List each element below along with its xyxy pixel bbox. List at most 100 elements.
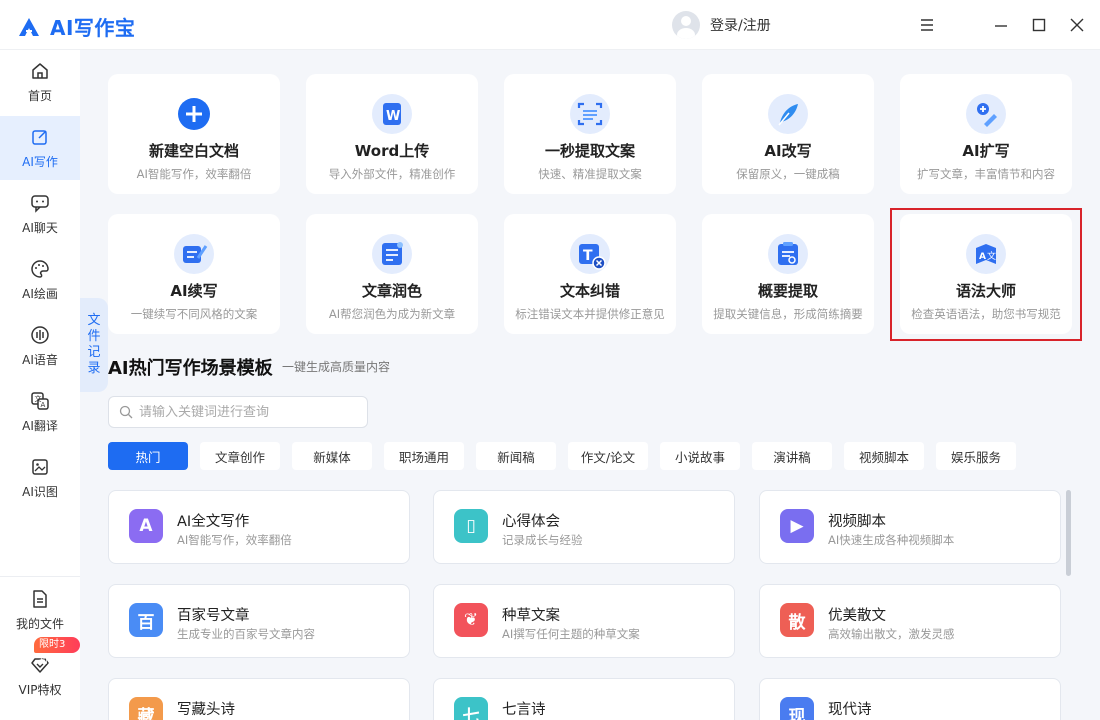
close-icon: [1070, 18, 1084, 32]
svg-text:文: 文: [987, 250, 996, 262]
chip-label: 职场通用: [398, 449, 449, 465]
file-tab-char: 件: [87, 329, 101, 344]
template-title: 写藏头诗: [177, 702, 235, 718]
tool-card-summary[interactable]: 概要提取 提取关键信息，形成简练摘要: [702, 214, 874, 334]
app-logo: AI写作宝: [18, 12, 135, 41]
template-card[interactable]: ❦ 种草文案 AI撰写任何主题的种草文案: [433, 584, 735, 658]
tool-desc: AI智能写作，效率翻倍: [136, 167, 252, 181]
template-title: 百家号文章: [177, 608, 250, 624]
sidebar-item-label: 首页: [27, 88, 52, 103]
tool-title: AI扩写: [962, 142, 1010, 160]
tool-desc: 一键续写不同风格的文案: [130, 307, 258, 321]
sidebar-divider: [0, 576, 80, 577]
feather-icon: [768, 94, 808, 134]
category-chip[interactable]: 作文/论文: [568, 442, 648, 470]
palette-icon: [31, 259, 49, 278]
tool-desc: 保留原义，一键成稿: [736, 167, 840, 181]
tool-desc: AI帮您润色为成为新文章: [328, 307, 456, 321]
svg-text:A: A: [41, 401, 46, 409]
avatar: [672, 11, 700, 39]
chip-label: 新闻稿: [497, 449, 535, 465]
template-title: 现代诗: [828, 702, 872, 718]
tool-card-ai-continue[interactable]: AI续写 一键续写不同风格的文案: [108, 214, 280, 334]
chip-label: 新媒体: [313, 449, 351, 465]
template-card[interactable]: 散 优美散文 高效输出散文，激发灵感: [759, 584, 1061, 658]
tool-card-polish[interactable]: 文章润色 AI帮您润色为成为新文章: [306, 214, 478, 334]
tool-desc: 标注错误文本并提供修正意见: [515, 307, 665, 321]
category-chip[interactable]: 视频脚本: [844, 442, 924, 470]
sidebar-item-ai-translate[interactable]: 文A AI翻译: [0, 380, 80, 444]
tool-card-new-document[interactable]: 新建空白文档 AI智能写作，效率翻倍: [108, 74, 280, 194]
sidebar-item-ai-writing[interactable]: AI写作: [0, 116, 80, 180]
tool-title: 新建空白文档: [148, 142, 239, 160]
category-chip[interactable]: 小说故事: [660, 442, 740, 470]
chip-label: 娱乐服务: [950, 449, 1001, 465]
category-chip[interactable]: 职场通用: [384, 442, 464, 470]
template-card[interactable]: ▯ 心得体会 记录成长与经验: [433, 490, 735, 564]
template-card[interactable]: 七 七言诗: [433, 678, 735, 720]
sidebar-item-vip[interactable]: VIP特权: [0, 644, 80, 708]
tool-desc: 扩写文章，丰富情节和内容: [917, 167, 1055, 181]
template-card[interactable]: A AI全文写作 AI智能写作，效率翻倍: [108, 490, 410, 564]
search-icon: [119, 405, 133, 419]
sidebar-item-label: AI写作: [22, 154, 58, 169]
voice-icon: [31, 325, 49, 344]
tool-card-ai-expand[interactable]: AI扩写 扩写文章，丰富情节和内容: [900, 74, 1072, 194]
grammar-icon: A文: [966, 234, 1006, 274]
sidebar-item-my-files[interactable]: 我的文件: [0, 578, 80, 642]
menu-button[interactable]: [916, 14, 938, 36]
template-card[interactable]: 藏 写藏头诗: [108, 678, 410, 720]
template-desc: AI快速生成各种视频脚本: [828, 533, 955, 547]
sidebar-item-label: AI语音: [22, 352, 58, 367]
sidebar-item-ai-voice[interactable]: AI语音: [0, 314, 80, 378]
app-title: AI写作宝: [50, 16, 136, 40]
template-card[interactable]: 现 现代诗: [759, 678, 1061, 720]
tool-card-text-correct[interactable]: T 文本纠错 标注错误文本并提供修正意见: [504, 214, 676, 334]
category-chip[interactable]: 娱乐服务: [936, 442, 1016, 470]
tool-card-ai-rewrite[interactable]: AI改写 保留原义，一键成稿: [702, 74, 874, 194]
sidebar-item-ai-painting[interactable]: AI绘画: [0, 248, 80, 312]
category-chip[interactable]: 新媒体: [292, 442, 372, 470]
tool-card-extract-text[interactable]: 一秒提取文案 快速、精准提取文案: [504, 74, 676, 194]
svg-text:A: A: [979, 252, 986, 262]
login-button[interactable]: 登录/注册: [672, 11, 771, 39]
category-chip[interactable]: 演讲稿: [752, 442, 832, 470]
category-chip[interactable]: 新闻稿: [476, 442, 556, 470]
minimize-icon: [995, 25, 1007, 27]
minimize-button[interactable]: [990, 14, 1012, 36]
search-input[interactable]: [139, 404, 359, 420]
template-card[interactable]: ▶ 视频脚本 AI快速生成各种视频脚本: [759, 490, 1061, 564]
maximize-button[interactable]: [1028, 14, 1050, 36]
sidebar-item-ai-image[interactable]: AI识图: [0, 446, 80, 510]
sidebar-item-ai-chat[interactable]: AI聊天: [0, 182, 80, 246]
category-chip-hot[interactable]: 热门: [108, 442, 188, 470]
scrollbar-thumb[interactable]: [1066, 490, 1071, 576]
image-icon: [32, 458, 48, 475]
expand-icon: [966, 94, 1006, 134]
template-card[interactable]: 百 百家号文章 生成专业的百家号文章内容: [108, 584, 410, 658]
tool-card-grammar[interactable]: A文 语法大师 检查英语语法，助您书写规范: [900, 214, 1072, 334]
svg-text:W: W: [386, 109, 400, 124]
sidebar-item-home[interactable]: 首页: [0, 50, 80, 114]
section-subtitle: 一键生成高质量内容: [282, 360, 391, 374]
tool-title: 文本纠错: [559, 282, 620, 300]
plus-icon: [174, 94, 214, 134]
template-desc: AI智能写作，效率翻倍: [177, 533, 292, 547]
chip-label: 视频脚本: [858, 449, 909, 465]
template-search[interactable]: [108, 396, 368, 428]
tool-desc: 快速、精准提取文案: [538, 167, 642, 181]
file-tab-char: 录: [87, 361, 101, 376]
tool-title: Word上传: [354, 142, 430, 160]
chat-icon: [31, 194, 49, 213]
title-bar: AI写作宝 登录/注册: [0, 0, 1100, 50]
correct-icon: T: [570, 234, 610, 274]
tool-desc: 提取关键信息，形成简练摘要: [713, 307, 863, 321]
file-record-tab[interactable]: 文 件 记 录: [80, 298, 108, 392]
template-icon: ▶: [780, 509, 814, 543]
logo-icon: [19, 17, 39, 36]
category-chip[interactable]: 文章创作: [200, 442, 280, 470]
sidebar-item-label: VIP特权: [18, 682, 62, 697]
tool-card-word-upload[interactable]: W Word上传 导入外部文件，精准创作: [306, 74, 478, 194]
polish-icon: [372, 234, 412, 274]
close-button[interactable]: [1066, 14, 1088, 36]
